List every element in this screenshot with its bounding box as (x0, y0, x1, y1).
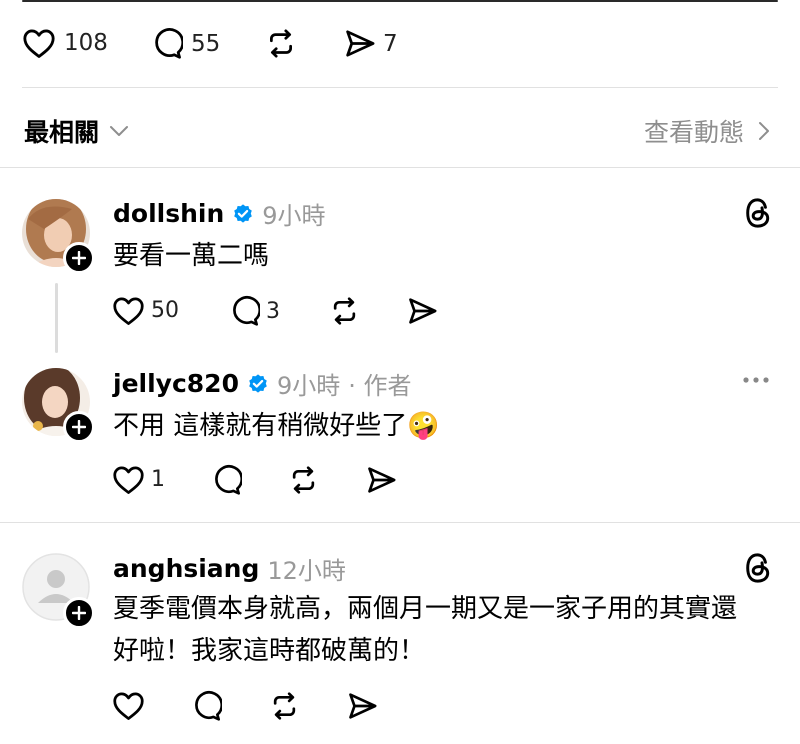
follow-button[interactable] (63, 242, 95, 274)
thread-connector-line (55, 283, 58, 353)
like-button[interactable] (112, 690, 145, 721)
comment-header: anghsiang 12小時 (113, 551, 346, 586)
divider (0, 167, 800, 168)
comment-header: dollshin 9小時 (113, 196, 326, 231)
repost-button[interactable] (264, 27, 298, 60)
like-button[interactable]: 1 (112, 464, 165, 495)
send-icon (368, 467, 396, 493)
heart-icon (23, 29, 55, 58)
chevron-down-icon (110, 126, 129, 136)
reply-button[interactable]: 3 (228, 295, 280, 327)
heart-icon (113, 692, 144, 720)
comment-icon (195, 691, 222, 721)
comment-text: 夏季電價本身就高，兩個月一期又是一家子用的其實還 好啦！我家這時都破萬的！ (113, 588, 737, 672)
sort-label: 最相關 (24, 118, 100, 147)
reply-button[interactable] (190, 690, 222, 722)
like-count: 108 (64, 30, 108, 56)
follow-button[interactable] (63, 411, 95, 443)
comment-icon (233, 296, 260, 326)
verified-badge-icon (249, 373, 267, 393)
view-activity-link[interactable]: 查看動態 (644, 113, 770, 149)
username[interactable]: anghsiang (113, 554, 259, 583)
like-button[interactable]: 108 (22, 27, 108, 59)
verified-badge-icon (234, 203, 253, 223)
divider (22, 87, 778, 88)
divider (0, 522, 800, 523)
heart-icon (113, 297, 144, 325)
comment-icon (155, 28, 183, 59)
comment-header: jellyc820 9小時 · 作者 (113, 366, 412, 401)
like-count: 1 (151, 467, 165, 492)
threads-logo-icon[interactable] (744, 197, 772, 229)
repost-icon (292, 466, 315, 494)
repost-icon (270, 29, 292, 58)
comment-text-line: 夏季電價本身就高，兩個月一期又是一家子用的其實還 (113, 594, 738, 624)
comment-text: 要看一萬二嗎 (113, 241, 270, 271)
share-button[interactable] (346, 690, 379, 722)
reply-count: 55 (191, 30, 221, 57)
send-icon (409, 298, 437, 324)
comment-icon (215, 465, 242, 495)
repost-button[interactable] (268, 690, 301, 722)
reply-button[interactable] (210, 464, 242, 496)
share-button[interactable] (365, 464, 398, 496)
share-button[interactable] (406, 295, 439, 327)
author-tag: · 作者 (348, 372, 412, 400)
comment-text-line: 好啦！我家這時都破萬的！ (113, 636, 426, 666)
chevron-right-icon (759, 122, 769, 140)
more-options-icon[interactable] (742, 376, 770, 384)
username[interactable]: jellyc820 (113, 369, 239, 398)
timestamp: 9小時 (276, 372, 341, 400)
timestamp: 9小時 (262, 202, 326, 230)
share-count: 7 (383, 30, 398, 57)
timestamp: 12小時 (267, 557, 346, 585)
repost-icon (333, 297, 356, 325)
share-button[interactable]: 7 (343, 27, 398, 60)
like-button[interactable]: 50 (112, 295, 179, 326)
username[interactable]: dollshin (113, 199, 224, 228)
plus-icon (72, 251, 86, 265)
like-count: 50 (151, 298, 179, 323)
plus-icon (72, 606, 86, 620)
follow-button[interactable] (63, 597, 95, 629)
send-icon (349, 693, 377, 719)
threads-logo-icon[interactable] (744, 552, 772, 584)
reply-button[interactable]: 55 (150, 27, 220, 60)
media-bottom-edge (22, 0, 778, 2)
reply-count: 3 (266, 298, 280, 324)
heart-icon (113, 466, 144, 494)
repost-button[interactable] (328, 295, 361, 327)
comment-text: 不用 這樣就有稍微好些了🤪 (113, 411, 440, 441)
view-activity-label: 查看動態 (643, 118, 744, 147)
plus-icon (72, 420, 86, 434)
repost-icon (273, 692, 296, 720)
sort-dropdown[interactable]: 最相關 (24, 113, 129, 149)
send-icon (346, 30, 375, 57)
repost-button[interactable] (287, 464, 320, 496)
